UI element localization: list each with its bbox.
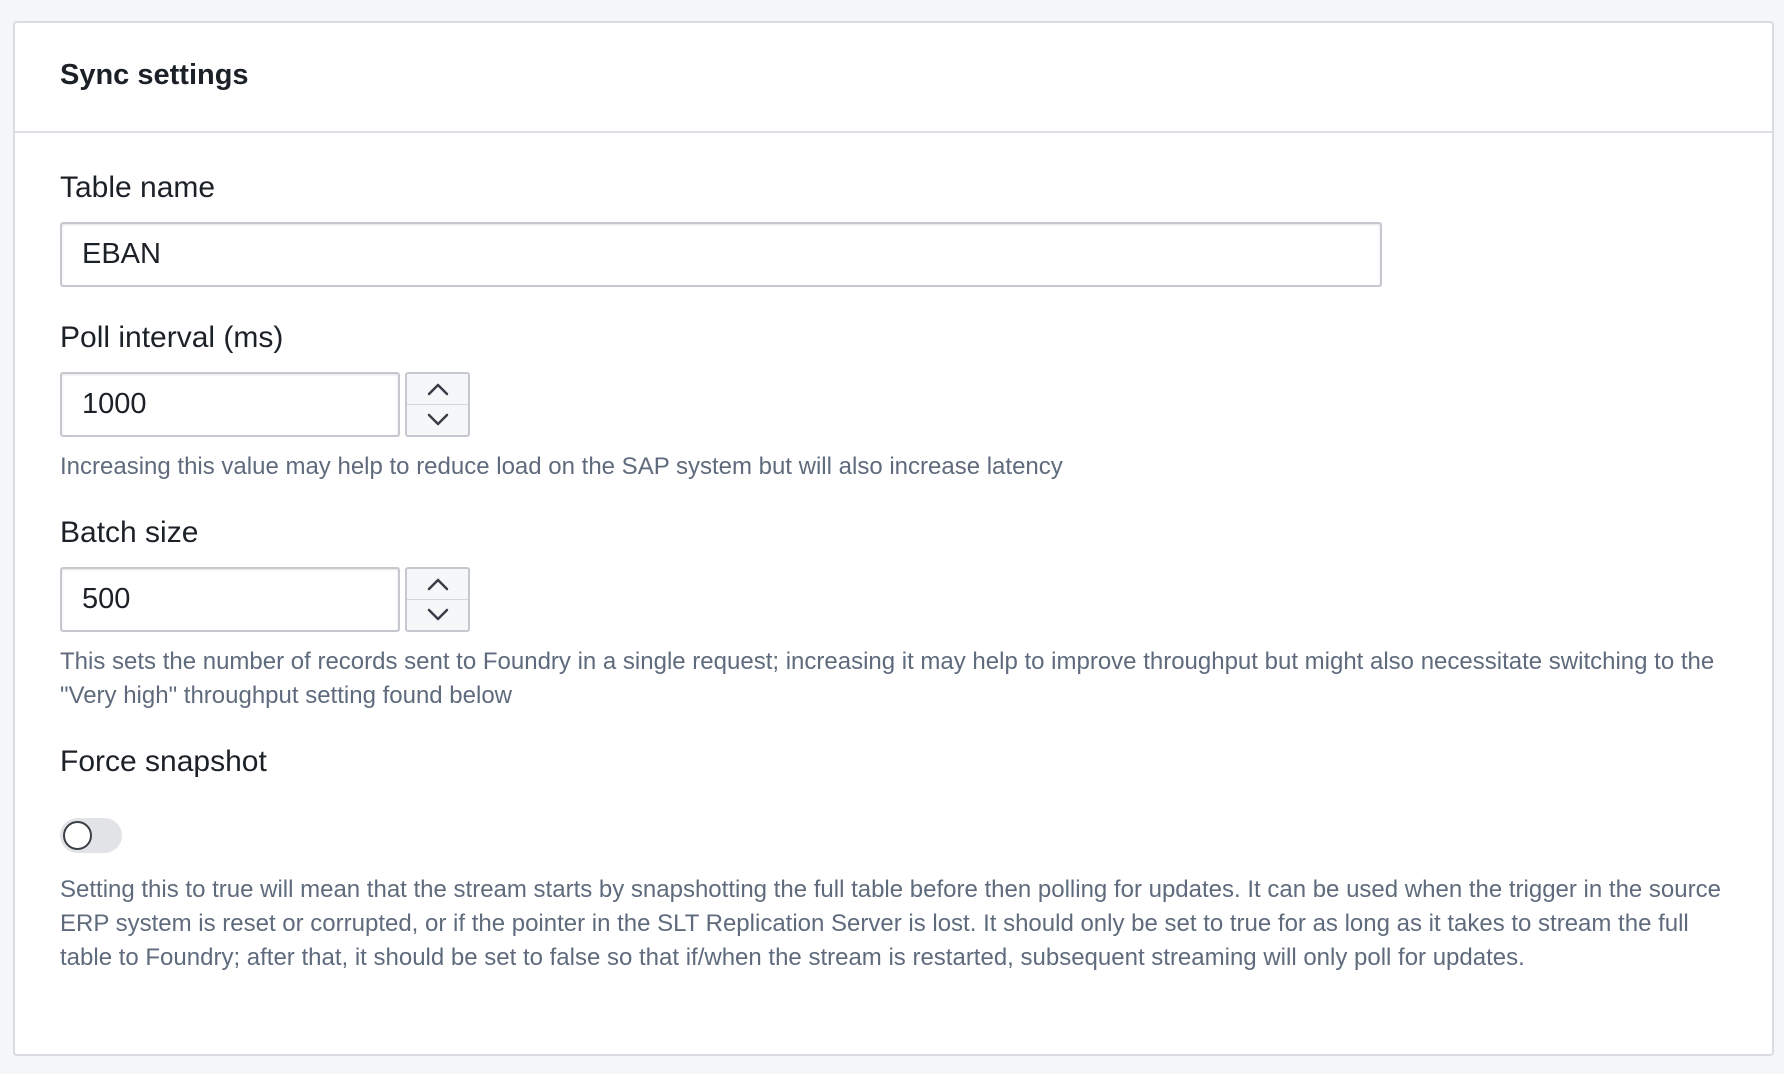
sync-settings-panel: Sync settings Table name Poll interval (… [13, 21, 1774, 1056]
batch-size-decrement-button[interactable] [407, 599, 468, 630]
poll-interval-input[interactable] [60, 372, 400, 437]
batch-size-stepper [405, 567, 470, 632]
batch-size-helper: This sets the number of records sent to … [60, 648, 1715, 709]
chevron-up-icon [427, 383, 448, 396]
table-name-input[interactable] [60, 222, 1382, 287]
force-snapshot-toggle[interactable] [60, 818, 122, 853]
batch-size-label: Batch size [60, 516, 199, 549]
batch-size-input[interactable] [60, 567, 400, 632]
chevron-up-icon [427, 578, 448, 591]
table-name-label: Table name [60, 171, 216, 204]
chevron-down-icon [427, 608, 448, 621]
panel-title: Sync settings [60, 58, 249, 91]
force-snapshot-helper: Setting this to true will mean that the … [60, 876, 1721, 971]
chevron-down-icon [427, 413, 448, 426]
poll-interval-stepper [405, 372, 470, 437]
force-snapshot-label: Force snapshot [60, 745, 267, 778]
poll-interval-label: Poll interval (ms) [60, 321, 284, 354]
poll-interval-increment-button[interactable] [407, 374, 468, 404]
poll-interval-decrement-button[interactable] [407, 404, 468, 435]
panel-header: Sync settings [15, 23, 1772, 133]
batch-size-increment-button[interactable] [407, 569, 468, 599]
toggle-knob [63, 821, 92, 850]
poll-interval-helper: Increasing this value may help to reduce… [60, 453, 1063, 480]
